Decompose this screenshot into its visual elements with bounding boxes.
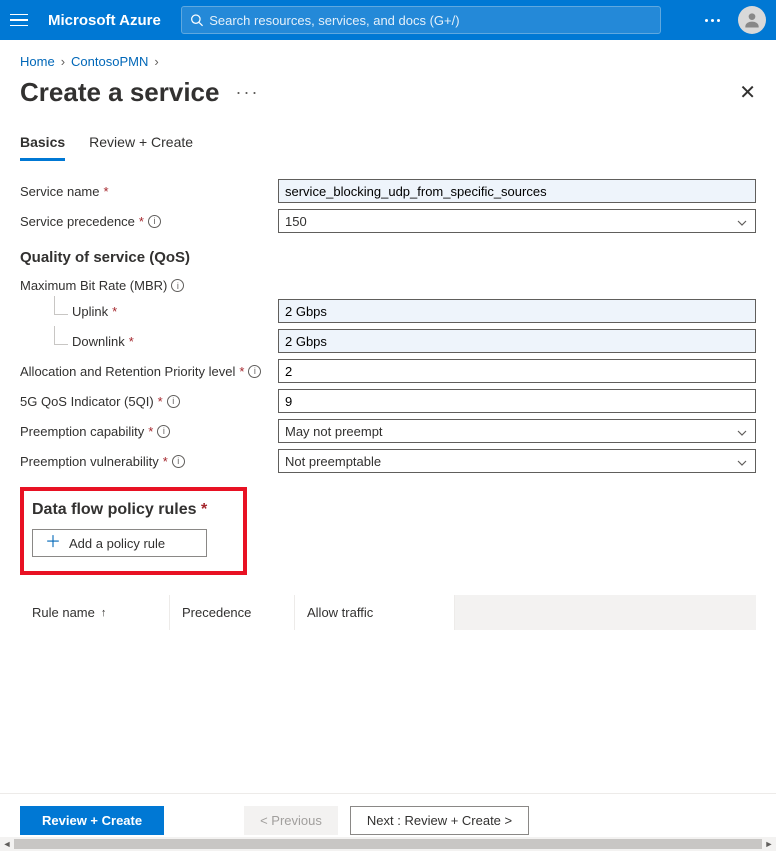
info-icon[interactable]: i — [171, 279, 184, 292]
policy-rules-highlight: Data flow policy rules * ＋ Add a policy … — [20, 487, 247, 575]
scroll-left-icon[interactable]: ◄ — [0, 839, 14, 849]
search-input[interactable] — [209, 13, 652, 28]
menu-icon[interactable] — [10, 10, 30, 30]
col-rule-name[interactable]: Rule name↑ — [20, 595, 170, 630]
top-bar: Microsoft Azure — [0, 0, 776, 40]
policy-heading: Data flow policy rules * — [32, 501, 207, 518]
search-bar[interactable] — [181, 6, 661, 34]
uplink-input[interactable] — [278, 299, 756, 323]
chevron-down-icon — [737, 216, 747, 226]
review-create-button[interactable]: Review + Create — [20, 806, 164, 835]
search-icon — [190, 13, 203, 27]
plus-icon: ＋ — [45, 535, 61, 551]
breadcrumb-home[interactable]: Home — [20, 54, 55, 69]
arp-label: Allocation and Retention Priority level*… — [20, 364, 278, 379]
preempt-vul-label: Preemption vulnerability* i — [20, 454, 278, 469]
fiveqi-input[interactable] — [278, 389, 756, 413]
preempt-cap-label: Preemption capability* i — [20, 424, 278, 439]
chevron-down-icon — [737, 426, 747, 436]
service-precedence-label: Service precedence* i — [20, 214, 278, 229]
chevron-right-icon: › — [61, 54, 65, 69]
fiveqi-label: 5G QoS Indicator (5QI)* i — [20, 394, 278, 409]
footer: Review + Create < Previous Next : Review… — [0, 793, 776, 835]
col-spacer — [455, 595, 756, 630]
info-icon[interactable]: i — [248, 365, 261, 378]
add-policy-rule-label: Add a policy rule — [69, 536, 165, 551]
chevron-right-icon: › — [154, 54, 158, 69]
horizontal-scrollbar[interactable]: ◄ ► — [0, 837, 776, 851]
previous-button: < Previous — [244, 806, 338, 835]
info-icon[interactable]: i — [148, 215, 161, 228]
breadcrumb: Home › ContosoPMN › — [0, 40, 776, 77]
info-icon[interactable]: i — [157, 425, 170, 438]
tab-review-create[interactable]: Review + Create — [89, 126, 193, 161]
title-row: Create a service ··· ✕ — [0, 77, 776, 126]
breadcrumb-resource[interactable]: ContosoPMN — [71, 54, 148, 69]
form-area: Service name* Service precedence* i 150 … — [0, 161, 776, 640]
scroll-right-icon[interactable]: ► — [762, 839, 776, 849]
col-precedence[interactable]: Precedence — [170, 595, 295, 630]
arp-input[interactable] — [278, 359, 756, 383]
service-name-label: Service name* — [20, 184, 278, 199]
downlink-label: Downlink* — [20, 334, 278, 349]
preempt-cap-select[interactable]: May not preempt — [278, 419, 756, 443]
col-allow-traffic[interactable]: Allow traffic — [295, 595, 455, 630]
info-icon[interactable]: i — [167, 395, 180, 408]
more-icon[interactable] — [705, 19, 720, 22]
tab-basics[interactable]: Basics — [20, 126, 65, 161]
tabs: Basics Review + Create — [0, 126, 776, 161]
service-precedence-select[interactable]: 150 — [278, 209, 756, 233]
chevron-down-icon — [737, 456, 747, 466]
avatar[interactable] — [738, 6, 766, 34]
uplink-label: Uplink* — [20, 304, 278, 319]
page-title: Create a service — [20, 77, 219, 108]
sort-up-icon: ↑ — [101, 607, 107, 619]
service-name-input[interactable] — [278, 179, 756, 203]
qos-heading: Quality of service (QoS) — [20, 249, 756, 266]
preempt-vul-select[interactable]: Not preemptable — [278, 449, 756, 473]
add-policy-rule-button[interactable]: ＋ Add a policy rule — [32, 529, 207, 557]
next-button[interactable]: Next : Review + Create > — [350, 806, 529, 835]
policy-table-header: Rule name↑ Precedence Allow traffic — [20, 595, 756, 630]
more-actions-icon[interactable]: ··· — [235, 82, 259, 103]
info-icon[interactable]: i — [172, 455, 185, 468]
mbr-label: Maximum Bit Rate (MBR) i — [20, 278, 278, 293]
close-icon[interactable]: ✕ — [739, 80, 756, 105]
downlink-input[interactable] — [278, 329, 756, 353]
brand-label: Microsoft Azure — [48, 12, 161, 29]
